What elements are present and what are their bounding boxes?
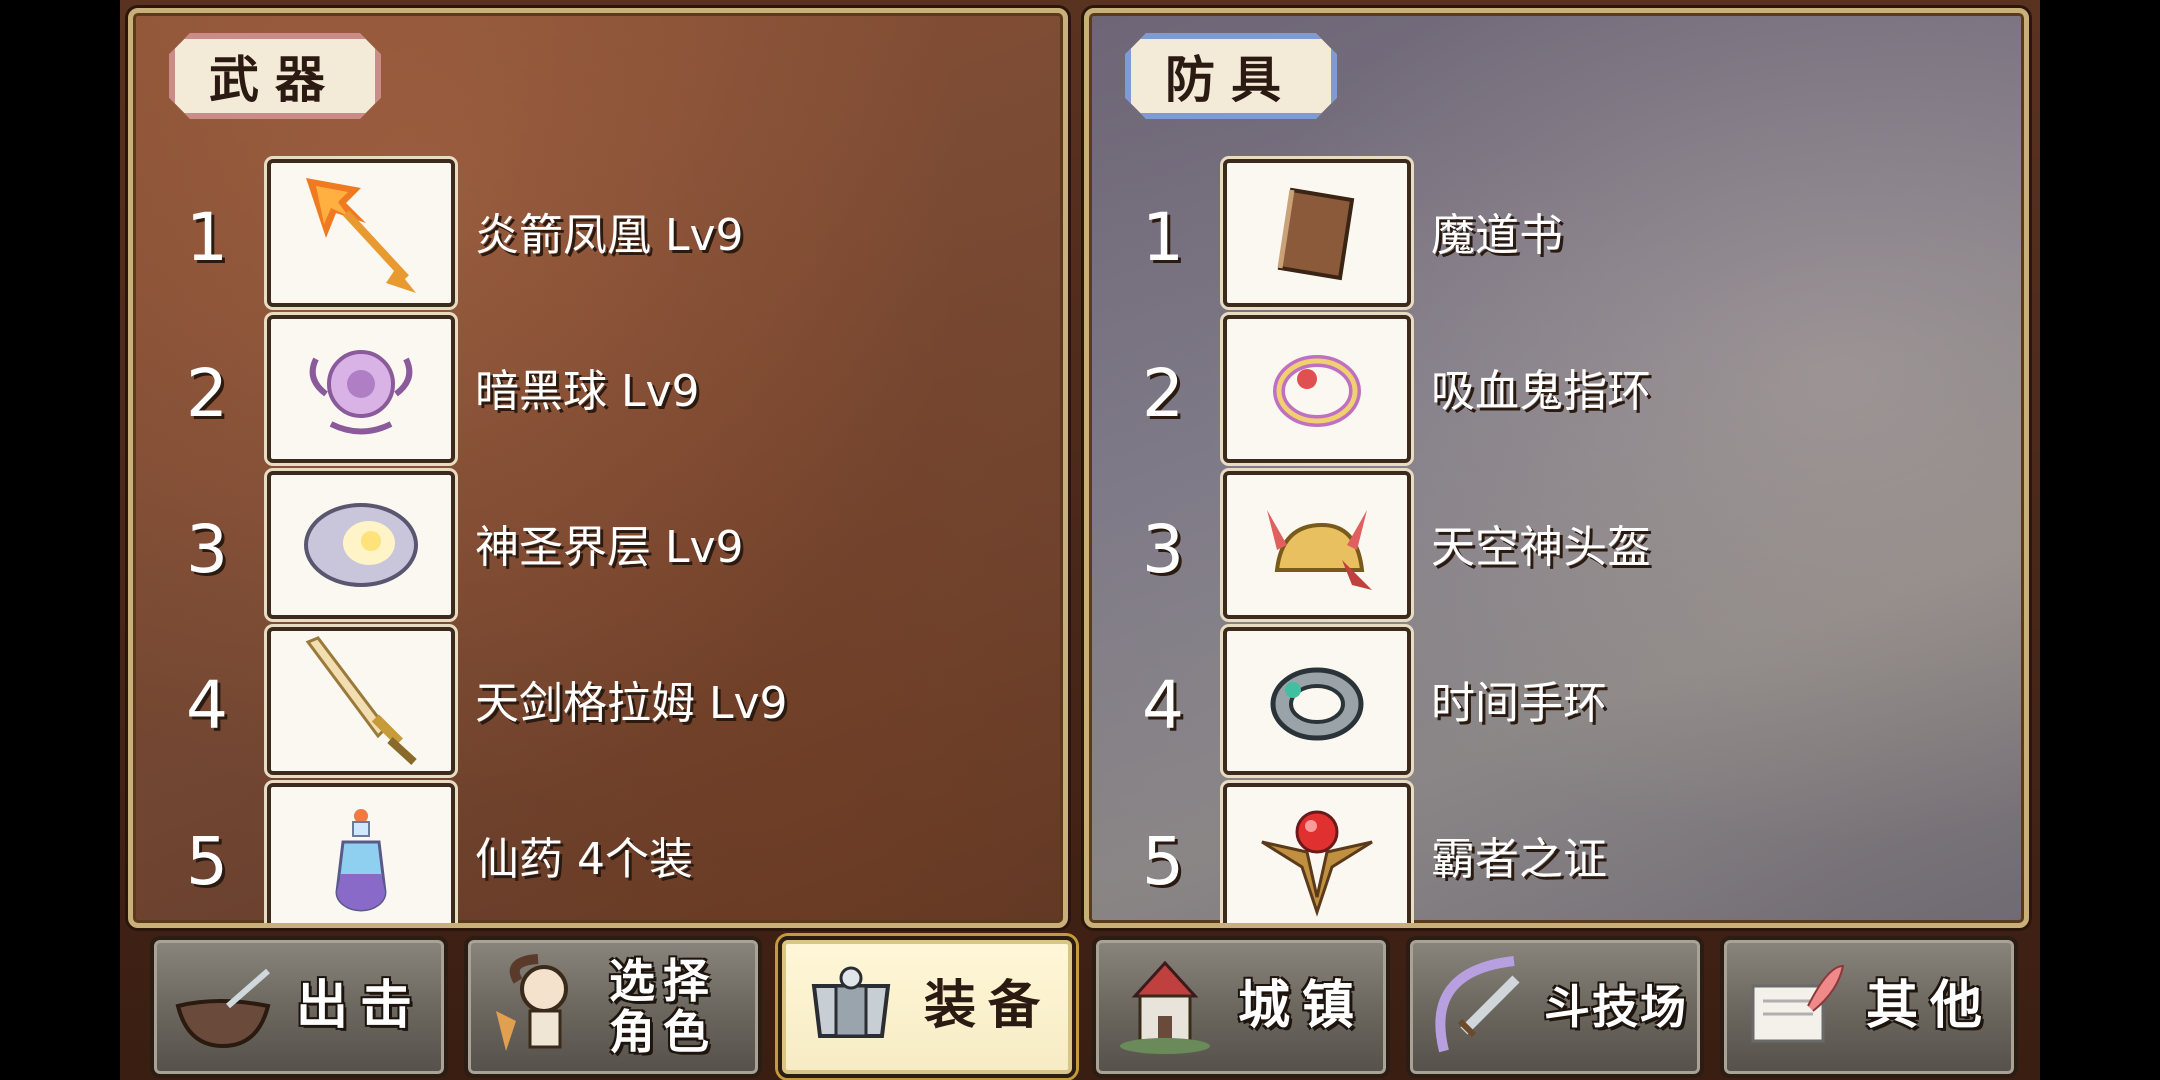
nav-character-button[interactable]: 选择角色 [464,936,762,1078]
weapon-slot-2[interactable]: 2 暗黑球 Lv9 [133,315,1063,463]
armor-slot-5[interactable]: 5 霸者之证 [1089,783,2024,923]
time-bracelet-icon [1223,627,1411,775]
nav-label: 选择角色 [609,954,717,1059]
town-icon [1106,950,1224,1062]
sortie-icon [164,950,282,1062]
slot-number: 5 [186,823,228,900]
weapons-panel: 武器 1 炎箭凤凰 Lv9 2 暗黑球 Lv9 3 神圣界层 Lv9 4 天剑格… [128,8,1068,928]
armor-slot-4[interactable]: 4 时间手环 [1089,627,2024,775]
nav-sortie-button[interactable]: 出击 [150,936,448,1078]
weapon-slot-3[interactable]: 3 神圣界层 Lv9 [133,471,1063,619]
armor-panel: 防具 1 魔道书 2 吸血鬼指环 3 天空神头盔 4 时间手环 5 霸者之证 [1084,8,2029,928]
scroll-icon [1734,950,1852,1062]
slot-number: 2 [186,355,228,432]
slot-number: 3 [186,511,228,588]
armor-name: 吸血鬼指环 [1431,366,1651,417]
weapon-name: 神圣界层 Lv9 [475,522,744,573]
arena-icon [1420,950,1538,1062]
weapon-slot-5[interactable]: 5 仙药 4个装 [133,783,1063,923]
armor-name: 霸者之证 [1431,834,1607,885]
armor-icon [792,950,910,1062]
weapon-name: 天剑格拉姆 Lv9 [475,678,788,729]
nav-label: 装备 [923,976,1052,1037]
armor-slot-1[interactable]: 1 魔道书 [1089,159,2024,307]
weapon-slot-4[interactable]: 4 天剑格拉姆 Lv9 [133,627,1063,775]
nav-label: 其他 [1865,976,1994,1037]
vampire-ring-icon [1223,315,1411,463]
armor-name: 魔道书 [1431,210,1563,261]
weapon-name: 炎箭凤凰 Lv9 [475,210,744,261]
holy-barrier-icon [267,471,455,619]
nav-label: 斗技场 [1544,979,1688,1034]
slot-number: 4 [1142,667,1184,744]
nav-label: 城镇 [1237,976,1366,1037]
slot-number: 4 [186,667,228,744]
spellbook-icon [1223,159,1411,307]
armor-name: 天空神头盔 [1431,522,1651,573]
nav-arena-button[interactable]: 斗技场 [1406,936,1704,1078]
potion-icon [267,783,455,923]
dark-orb-icon [267,315,455,463]
armor-slot-3[interactable]: 3 天空神头盔 [1089,471,2024,619]
winged-helmet-icon [1223,471,1411,619]
armor-name: 时间手环 [1431,678,1607,729]
weapons-title: 武器 [169,33,381,119]
armor-slot-2[interactable]: 2 吸血鬼指环 [1089,315,2024,463]
nav-town-button[interactable]: 城镇 [1092,936,1390,1078]
slot-number: 2 [1142,355,1184,432]
slot-number: 1 [1142,199,1184,276]
slot-number: 5 [1142,823,1184,900]
emblem-icon [1223,783,1411,923]
flame-arrow-icon [267,159,455,307]
weapon-slot-1[interactable]: 1 炎箭凤凰 Lv9 [133,159,1063,307]
slot-number: 3 [1142,511,1184,588]
game-screen: 武器 1 炎箭凤凰 Lv9 2 暗黑球 Lv9 3 神圣界层 Lv9 4 天剑格… [120,0,2040,1080]
weapon-name: 暗黑球 Lv9 [475,366,700,417]
nav-label: 出击 [295,976,424,1037]
sword-icon [267,627,455,775]
nav-equipment-button[interactable]: 装备 [778,936,1076,1078]
slot-number: 1 [186,199,228,276]
nav-other-button[interactable]: 其他 [1720,936,2018,1078]
armor-title: 防具 [1125,33,1337,119]
weapon-name: 仙药 4个装 [475,834,693,885]
character-icon [478,950,596,1062]
bottom-nav: 出击 选择角色 装备 城镇 斗技场 其他 [120,930,2040,1078]
